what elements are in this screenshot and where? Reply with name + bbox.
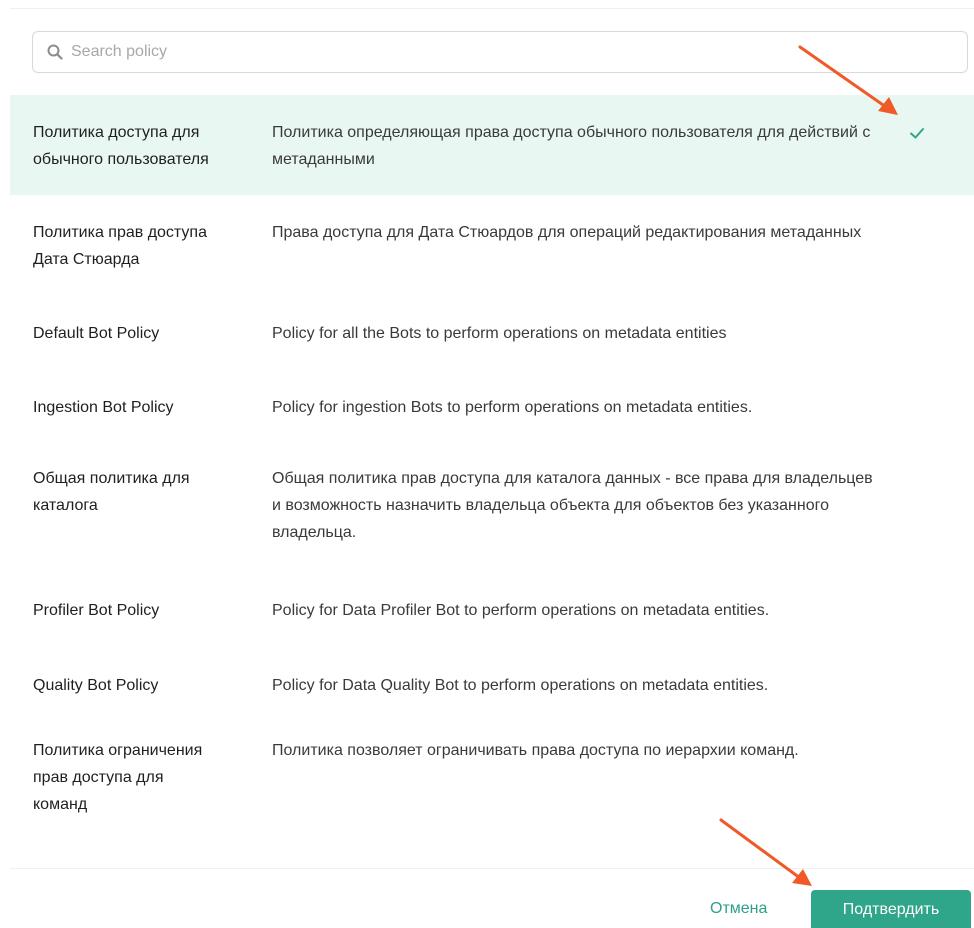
policy-description: Policy for Data Profiler Bot to perform … xyxy=(272,602,770,619)
policy-row[interactable]: Политика прав доступа Дата Стюарда Права… xyxy=(10,195,974,295)
policy-description: Policy for all the Bots to perform opera… xyxy=(272,325,727,342)
confirm-button[interactable]: Подтвердить xyxy=(811,890,971,928)
policy-row[interactable]: Политика ограничения прав доступа для ко… xyxy=(10,725,974,855)
policy-name: Default Bot Policy xyxy=(33,325,160,342)
search-input[interactable] xyxy=(69,42,967,62)
policy-row[interactable]: Profiler Bot Policy Policy for Data Prof… xyxy=(10,585,974,660)
footer-divider xyxy=(10,868,974,869)
search-box[interactable] xyxy=(32,31,968,73)
policy-row[interactable]: Ingestion Bot Policy Policy for ingestio… xyxy=(10,370,974,445)
policy-description: Права доступа для Дата Стюардов для опер… xyxy=(272,224,862,241)
policy-row[interactable]: Quality Bot Policy Policy for Data Quali… xyxy=(10,660,974,725)
search-icon xyxy=(47,44,63,60)
policy-description: Общая политика прав доступа для каталога… xyxy=(272,470,873,541)
cancel-button[interactable]: Отмена xyxy=(700,890,777,928)
policy-name: Quality Bot Policy xyxy=(33,677,159,694)
top-divider xyxy=(10,8,974,9)
policy-description: Policy for Data Quality Bot to perform o… xyxy=(272,677,769,694)
policy-name: Политика ограничения прав доступа для ко… xyxy=(33,742,203,813)
policy-row[interactable]: Default Bot Policy Policy for all the Bo… xyxy=(10,295,974,370)
policy-name: Политика прав доступа Дата Стюарда xyxy=(33,224,207,268)
policy-row[interactable]: Политика доступа для обычного пользовате… xyxy=(10,95,974,195)
policy-name: Profiler Bot Policy xyxy=(33,602,160,619)
policy-row[interactable]: Общая политика для каталога Общая полити… xyxy=(10,445,974,585)
policy-description: Политика позволяет ограничивать права до… xyxy=(272,742,799,759)
policy-description: Политика определяющая права доступа обыч… xyxy=(272,124,871,168)
policy-name: Ingestion Bot Policy xyxy=(33,399,174,416)
policy-description: Policy for ingestion Bots to perform ope… xyxy=(272,399,753,416)
policy-name: Общая политика для каталога xyxy=(33,470,190,514)
check-icon xyxy=(908,124,926,142)
policy-select-modal: Политика доступа для обычного пользовате… xyxy=(0,0,974,928)
policy-name: Политика доступа для обычного пользовате… xyxy=(33,124,209,168)
